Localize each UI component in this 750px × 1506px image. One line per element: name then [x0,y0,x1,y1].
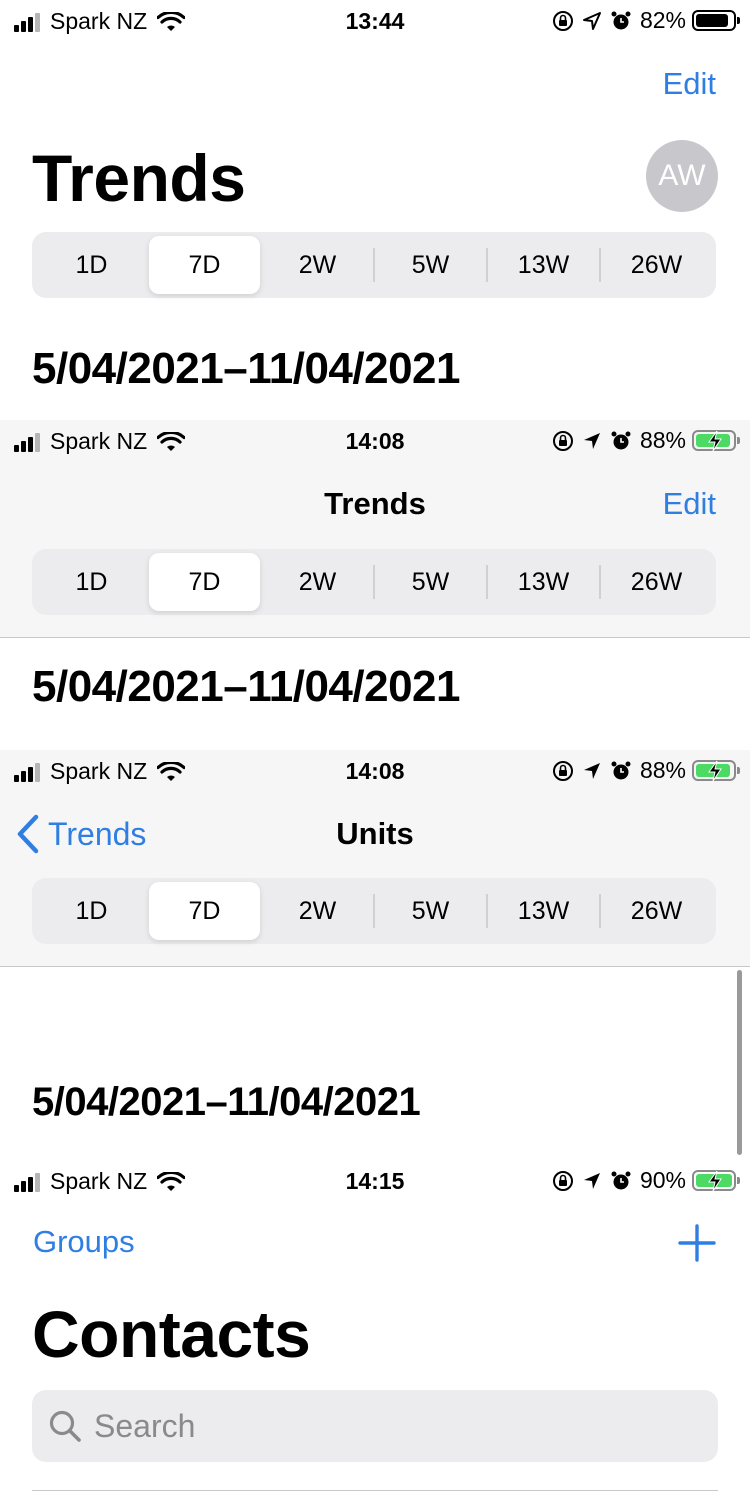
segment-7d[interactable]: 7D [149,553,260,611]
units-screen: Spark NZ 14:08 88% Trends Units 1D 7D 2W… [0,750,750,1160]
add-contact-button[interactable] [678,1224,716,1267]
segment-13w[interactable]: 13W [488,553,599,611]
status-bar: Spark NZ 14:08 88% [0,420,750,460]
battery-icon [692,760,740,782]
trends-screen-large-title: Spark NZ 13:44 82% Edit Trends AW 1D 7D [0,0,750,420]
nav-title: Trends [324,486,426,521]
charging-bolt-icon [708,430,722,452]
search-icon [49,1410,81,1442]
edit-button[interactable]: Edit [663,66,716,102]
contacts-screen: Spark NZ 14:15 90% Groups Contacts Searc… [0,1160,750,1506]
battery-icon [692,430,740,452]
date-range-heading: 5/04/2021–11/04/2021 [32,1080,421,1124]
segment-1d[interactable]: 1D [36,882,147,940]
date-range-heading: 5/04/2021–11/04/2021 [32,662,461,711]
battery-percent: 90% [639,1167,686,1193]
orientation-lock-icon [552,430,574,452]
page-title: Contacts [32,1297,311,1371]
alarm-icon [610,1170,632,1192]
segment-5w[interactable]: 5W [375,553,486,611]
date-range-heading: 5/04/2021–11/04/2021 [32,344,461,393]
search-input[interactable] [94,1407,654,1445]
location-icon [582,431,602,451]
segment-2w[interactable]: 2W [262,553,373,611]
period-segmented-control: 1D 7D 2W 5W 13W 26W [32,549,716,615]
period-segmented-control: 1D 7D 2W 5W 13W 26W [32,878,716,944]
segment-5w[interactable]: 5W [375,236,486,294]
scrollbar[interactable] [737,970,742,1155]
period-segmented-control: 1D 7D 2W 5W 13W 26W [32,232,716,298]
segment-7d[interactable]: 7D [149,882,260,940]
charging-bolt-icon [708,760,722,782]
alarm-icon [610,760,632,782]
orientation-lock-icon [552,760,574,782]
status-bar: Spark NZ 14:15 90% [0,1160,750,1200]
status-bar: Spark NZ 14:08 88% [0,750,750,790]
nav-title: Units [336,816,414,851]
orientation-lock-icon [552,10,574,32]
groups-button[interactable]: Groups [33,1224,135,1260]
alarm-icon [610,10,632,32]
page-title: Trends [32,141,246,215]
segment-13w[interactable]: 13W [488,236,599,294]
segment-1d[interactable]: 1D [36,236,147,294]
segment-7d[interactable]: 7D [149,236,260,294]
battery-icon [692,1170,740,1192]
divider [32,1490,718,1491]
segment-26w[interactable]: 26W [601,553,712,611]
segment-2w[interactable]: 2W [262,882,373,940]
segment-2w[interactable]: 2W [262,236,373,294]
segment-13w[interactable]: 13W [488,882,599,940]
avatar[interactable]: AW [646,140,718,212]
location-icon [582,11,602,31]
alarm-icon [610,430,632,452]
trends-screen-inline-title: Spark NZ 14:08 88% Trends Edit 1D 7D 2W … [0,420,750,750]
location-icon [582,761,602,781]
segment-5w[interactable]: 5W [375,882,486,940]
segment-26w[interactable]: 26W [601,236,712,294]
search-bar[interactable] [32,1390,718,1462]
plus-icon [678,1224,716,1262]
orientation-lock-icon [552,1170,574,1192]
battery-percent: 88% [639,427,686,453]
edit-button[interactable]: Edit [663,486,716,522]
status-bar: Spark NZ 13:44 82% [0,0,750,40]
battery-percent: 82% [639,7,686,33]
charging-bolt-icon [708,1170,722,1192]
location-icon [582,1171,602,1191]
battery-percent: 88% [639,757,686,783]
segment-26w[interactable]: 26W [601,882,712,940]
segment-1d[interactable]: 1D [36,553,147,611]
battery-icon [692,10,740,31]
